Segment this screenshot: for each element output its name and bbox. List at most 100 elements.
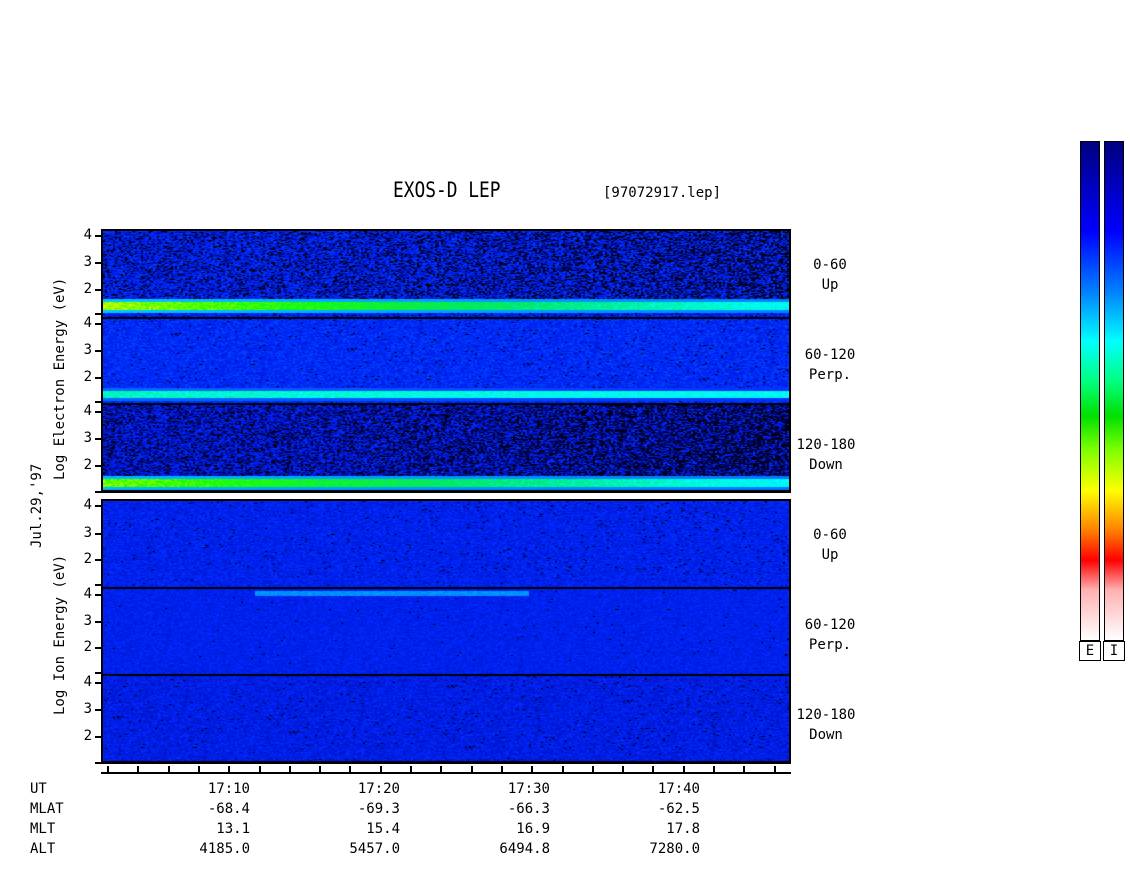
time-tick xyxy=(774,766,776,772)
y-tick-label: 4 xyxy=(83,403,92,419)
y-tick-label: 2 xyxy=(83,639,92,655)
mlt-17-40: 17.8 xyxy=(666,821,700,837)
ion-axis-label: Log Ion Energy (eV) xyxy=(52,554,68,715)
y-tick-label: 4 xyxy=(83,315,92,331)
time-tick xyxy=(289,766,291,772)
y-tick xyxy=(95,438,101,440)
y-tick xyxy=(95,559,101,561)
ut-17-20: 17:20 xyxy=(357,781,400,797)
mlat-17-40: -62.5 xyxy=(657,801,700,817)
y-tick xyxy=(95,323,101,325)
y-tick-label: 4 xyxy=(83,674,92,690)
pitch-label-i-perp: 60-120 Perp. xyxy=(804,617,856,653)
y-tick-label: 2 xyxy=(83,369,92,385)
y-tick xyxy=(95,289,101,291)
time-tick xyxy=(471,766,473,772)
mlat-17-10: -68.4 xyxy=(207,801,250,817)
time-tick xyxy=(562,766,564,772)
time-tick xyxy=(107,766,109,772)
y-tick xyxy=(95,465,101,467)
mlt-17-30: 16.9 xyxy=(516,821,550,837)
y-tick-label: 4 xyxy=(83,227,92,243)
y-tick-label: 4 xyxy=(83,497,92,513)
y-tick-label: 2 xyxy=(83,551,92,567)
y-tick xyxy=(95,621,101,623)
y-tick-label: 3 xyxy=(83,342,92,358)
y-tick xyxy=(95,533,101,535)
y-tick xyxy=(95,709,101,711)
y-tick-label: 2 xyxy=(83,457,92,473)
time-tick xyxy=(501,766,503,772)
time-tick xyxy=(259,766,261,772)
time-tick xyxy=(743,766,745,772)
y-tick xyxy=(95,411,101,413)
date-label: Jul.29,'97 xyxy=(29,463,45,548)
y-tick-label: 3 xyxy=(83,254,92,270)
pitch-label-e-up: 0-60 Up xyxy=(813,257,847,293)
alt-17-40: 7280.0 xyxy=(649,841,700,857)
time-tick xyxy=(228,766,230,772)
electron-spectrogram xyxy=(101,229,791,493)
time-tick xyxy=(652,766,654,772)
y-tick-label: 3 xyxy=(83,613,92,629)
y-tick-label: 2 xyxy=(83,728,92,744)
time-tick xyxy=(592,766,594,772)
mlat-17-20: -69.3 xyxy=(357,801,400,817)
y-tick-label: 3 xyxy=(83,701,92,717)
alt-17-20: 5457.0 xyxy=(349,841,400,857)
ion-colorbar xyxy=(1104,141,1124,641)
file-name: [97072917.lep] xyxy=(603,185,722,201)
time-tick xyxy=(531,766,533,772)
time-tick xyxy=(198,766,200,772)
y-tick xyxy=(95,235,101,237)
mlat-17-30: -66.3 xyxy=(507,801,550,817)
row-label-mlat: MLAT xyxy=(30,801,64,817)
chart-title: EXOS-D LEP xyxy=(393,178,501,202)
pitch-label-i-up: 0-60 Up xyxy=(813,527,847,563)
ut-17-30: 17:30 xyxy=(507,781,550,797)
pitch-label-e-down: 120-180 Down xyxy=(796,437,856,473)
y-tick xyxy=(95,313,101,315)
y-tick xyxy=(95,505,101,507)
y-tick xyxy=(95,762,101,764)
y-tick-label: 3 xyxy=(83,430,92,446)
y-tick xyxy=(95,594,101,596)
y-tick xyxy=(95,682,101,684)
ion-heatmap xyxy=(103,501,789,762)
time-tick xyxy=(622,766,624,772)
mlt-17-20: 15.4 xyxy=(366,821,400,837)
alt-17-30: 6494.8 xyxy=(499,841,550,857)
ut-17-10: 17:10 xyxy=(207,781,250,797)
time-tick xyxy=(440,766,442,772)
y-tick xyxy=(95,736,101,738)
ion-spectrogram xyxy=(101,499,791,764)
y-tick xyxy=(95,647,101,649)
pitch-label-i-down: 120-180 Down xyxy=(796,707,856,743)
y-tick xyxy=(95,491,101,493)
y-tick-label: 4 xyxy=(83,586,92,602)
y-tick xyxy=(95,262,101,264)
alt-17-10: 4185.0 xyxy=(199,841,250,857)
time-tick xyxy=(349,766,351,772)
y-tick xyxy=(95,377,101,379)
pitch-label-e-perp: 60-120 Perp. xyxy=(804,347,856,383)
y-tick xyxy=(95,584,101,586)
y-tick-label: 3 xyxy=(83,525,92,541)
time-tick xyxy=(683,766,685,772)
electron-colorbar xyxy=(1080,141,1100,641)
row-label-ut: UT xyxy=(30,781,47,797)
y-tick xyxy=(95,401,101,403)
row-label-alt: ALT xyxy=(30,841,56,857)
electron-axis-label: Log Electron Energy (eV) xyxy=(52,277,68,480)
row-label-mlt: MLT xyxy=(30,821,56,837)
colorbar-label-e: E xyxy=(1079,641,1101,661)
mlt-17-10: 13.1 xyxy=(216,821,250,837)
time-axis-line xyxy=(101,772,791,774)
time-tick xyxy=(410,766,412,772)
time-tick xyxy=(168,766,170,772)
colorbar-label-i: I xyxy=(1103,641,1125,661)
time-tick xyxy=(380,766,382,772)
time-tick xyxy=(137,766,139,772)
y-tick-label: 2 xyxy=(83,281,92,297)
electron-heatmap xyxy=(103,231,789,491)
